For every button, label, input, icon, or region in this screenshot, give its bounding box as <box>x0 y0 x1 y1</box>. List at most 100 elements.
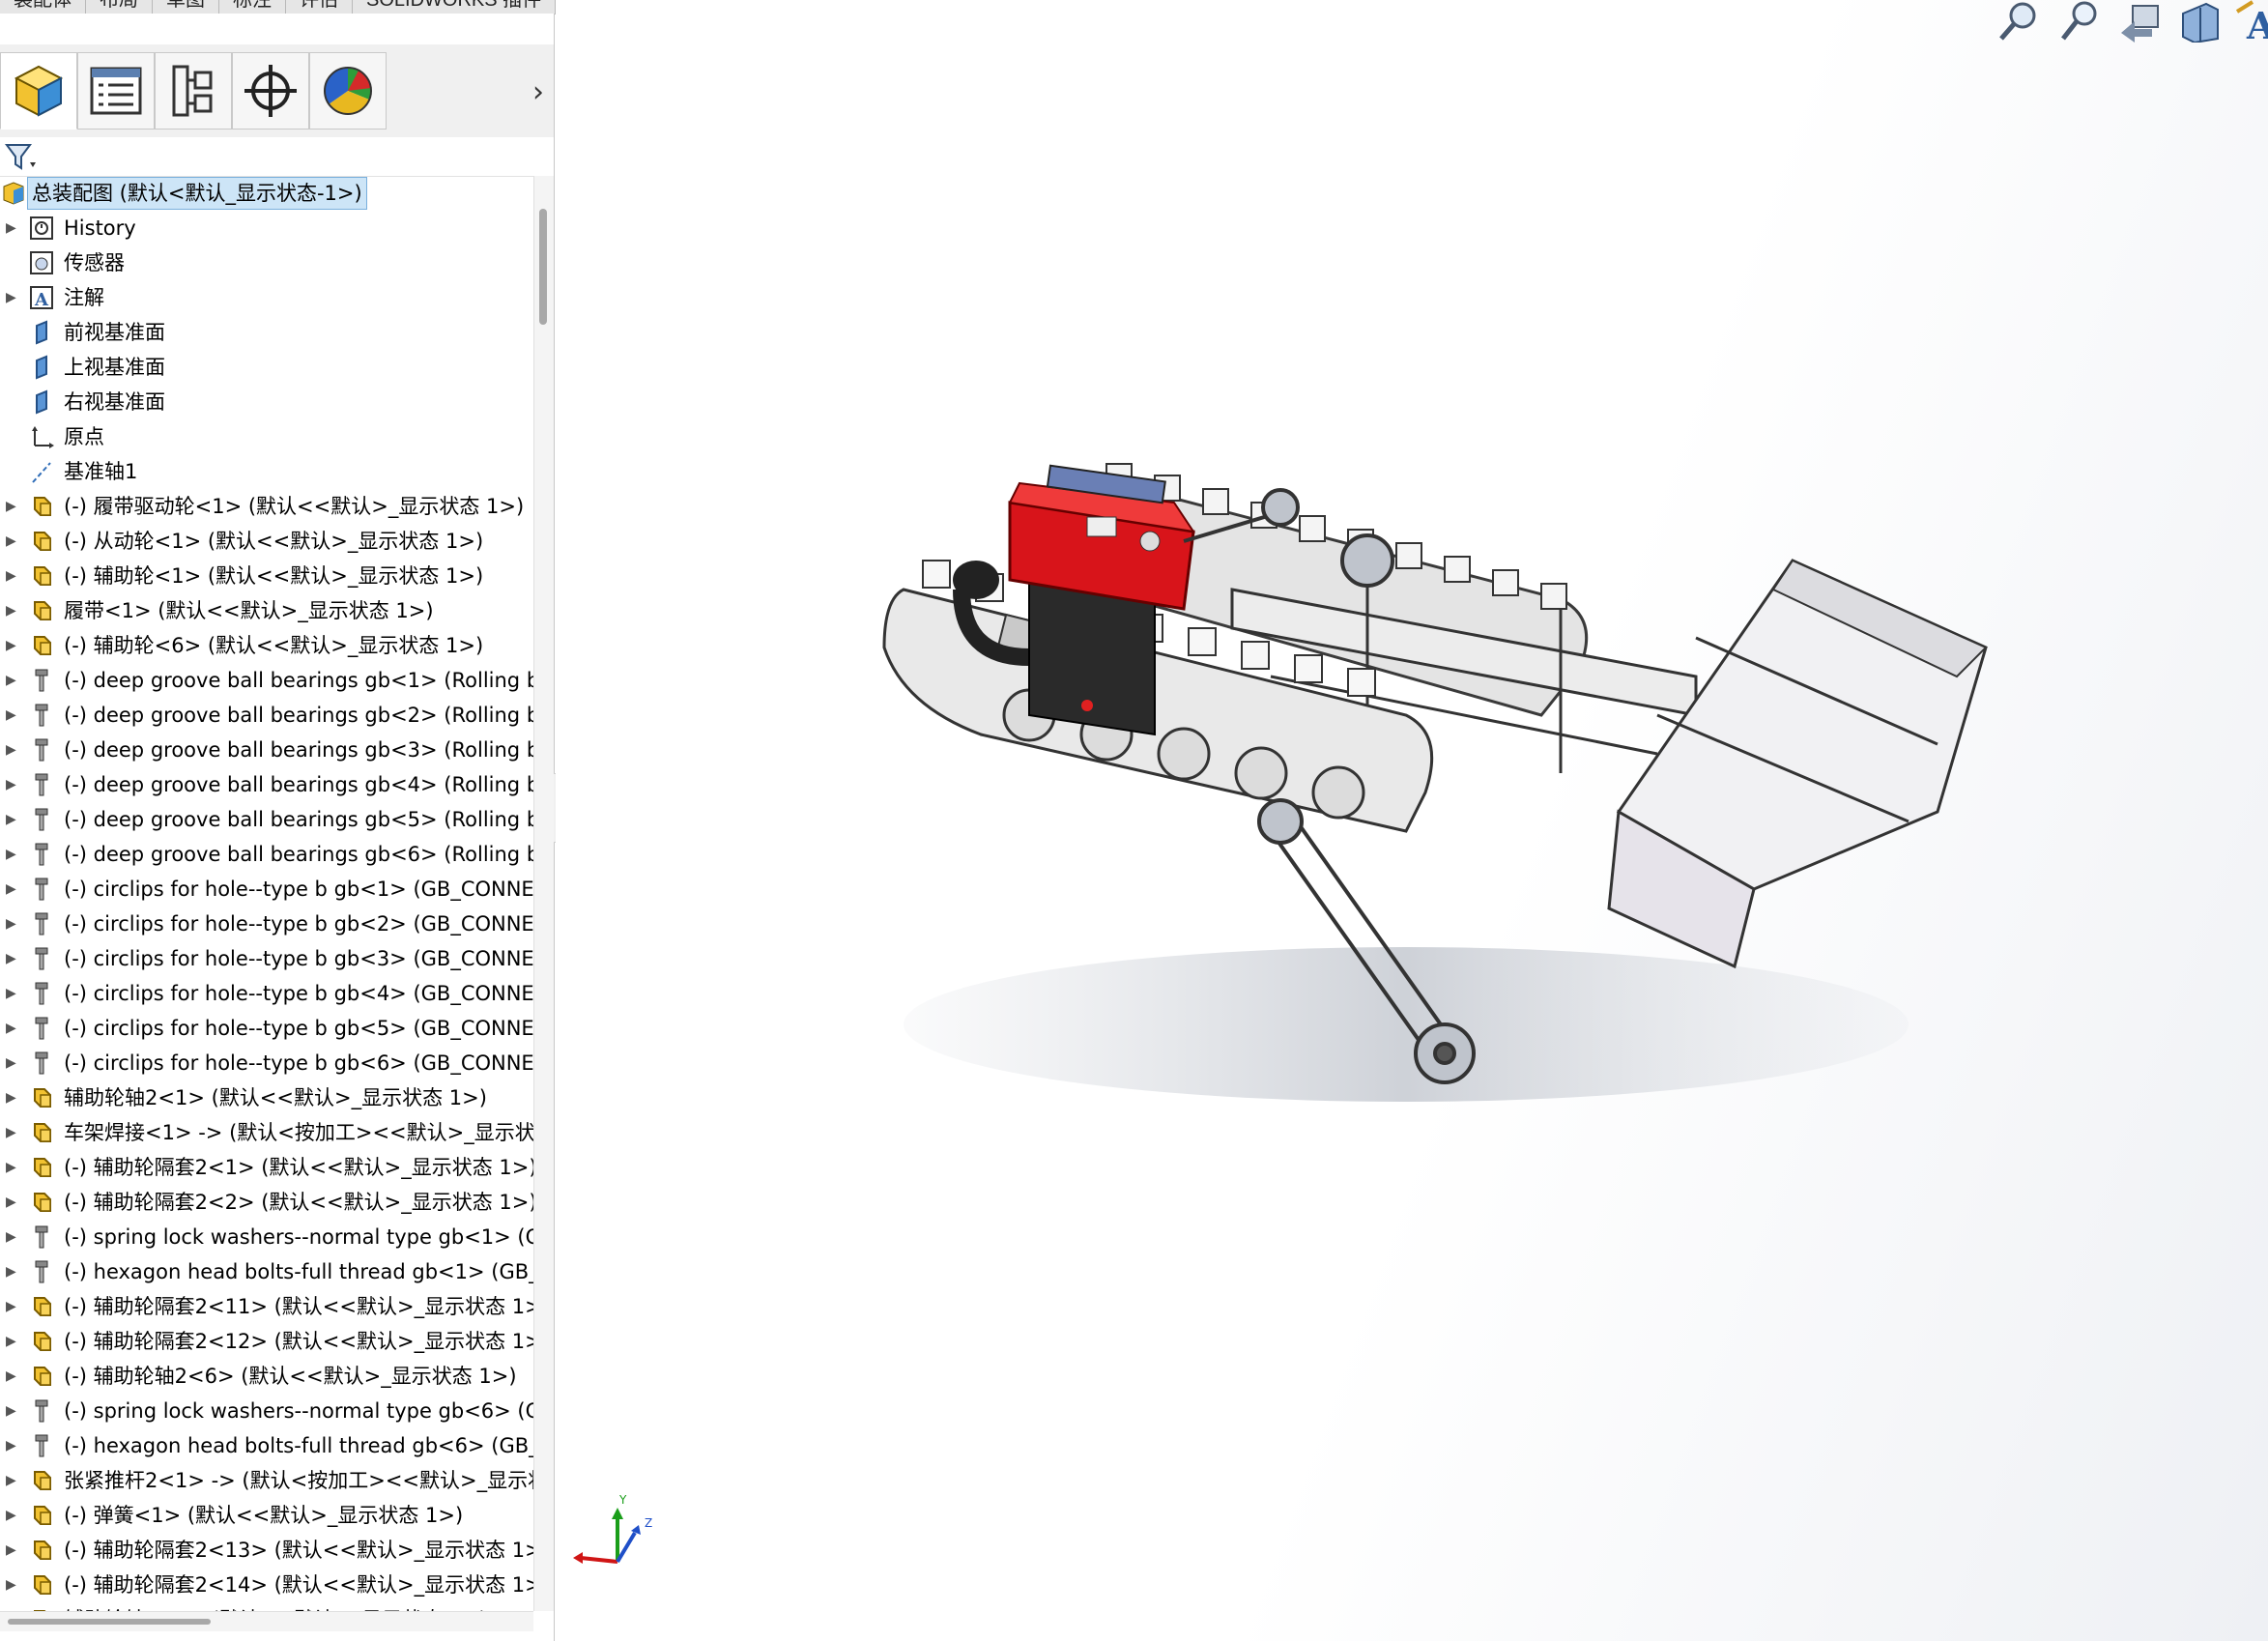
expand-arrow-icon[interactable]: ▶ <box>6 767 19 802</box>
tree-item[interactable]: ▶ (-) deep groove ball bearings gb<2> (Ro… <box>0 698 533 733</box>
expand-arrow-icon[interactable]: ▶ <box>6 698 19 733</box>
tree-item[interactable]: ▶ (-) 辅助轮轴2<6> (默认<<默认>_显示状态 1>) <box>0 1359 533 1394</box>
tree-item[interactable]: ▶ (-) 辅助轮隔套2<13> (默认<<默认>_显示状态 1>) <box>0 1533 533 1568</box>
scrollbar-thumb[interactable] <box>539 209 547 325</box>
tree-item[interactable]: ▶ (-) 辅助轮隔套2<1> (默认<<默认>_显示状态 1>) <box>0 1150 533 1185</box>
command-tab[interactable]: 评估 <box>286 0 353 14</box>
tree-item[interactable]: ▶ History <box>0 211 533 245</box>
expand-arrow-icon[interactable]: ▶ <box>6 1011 19 1046</box>
tree-item[interactable]: ▶ (-) 弹簧<1> (默认<<默认>_显示状态 1>) <box>0 1498 533 1533</box>
tree-item[interactable]: ▶ (-) spring lock washers--normal type gb… <box>0 1394 533 1428</box>
tree-item[interactable]: ▶ (-) deep groove ball bearings gb<6> (Ro… <box>0 837 533 872</box>
tree-item[interactable]: ▶ 车架焊接<1> -> (默认<按加工><<默认>_显示状态 <box>0 1115 533 1150</box>
expand-arrow-icon[interactable]: ▶ <box>6 733 19 767</box>
previous-view-icon[interactable] <box>2113 0 2168 43</box>
command-tab[interactable]: 布局 <box>86 0 153 14</box>
expand-arrow-icon[interactable]: ▶ <box>6 1498 19 1533</box>
tree-vertical-scrollbar[interactable] <box>533 176 554 1611</box>
tab-display-manager[interactable] <box>309 52 387 130</box>
expand-arrow-icon[interactable]: ▶ <box>6 1046 19 1080</box>
expand-arrow-icon[interactable]: ▶ <box>6 559 19 593</box>
tree-item[interactable]: ▶ (-) circlips for hole--type b gb<2> (GB… <box>0 907 533 941</box>
expand-arrow-icon[interactable]: ▶ <box>6 1602 19 1611</box>
expand-arrow-icon[interactable]: ▶ <box>6 941 19 976</box>
tree-item[interactable]: ▶ (-) deep groove ball bearings gb<4> (Ro… <box>0 767 533 802</box>
tree-item[interactable]: ▶ (-) circlips for hole--type b gb<6> (GB… <box>0 1046 533 1080</box>
tree-item[interactable]: 原点 <box>0 419 533 454</box>
tree-item[interactable]: ▶ (-) 辅助轮<1> (默认<<默认>_显示状态 1>) <box>0 559 533 593</box>
expand-arrow-icon[interactable]: ▶ <box>6 1115 19 1150</box>
expand-arrow-icon[interactable]: ▶ <box>6 1254 19 1289</box>
expand-arrow-icon[interactable]: ▶ <box>6 1220 19 1254</box>
tree-item[interactable]: ▶ (-) 从动轮<1> (默认<<默认>_显示状态 1>) <box>0 524 533 559</box>
tree-item[interactable]: ▶ (-) 辅助轮隔套2<2> (默认<<默认>_显示状态 1>) <box>0 1185 533 1220</box>
tab-property-manager[interactable] <box>77 52 155 130</box>
expand-arrow-icon[interactable]: ▶ <box>6 1150 19 1185</box>
tree-item[interactable]: 右视基准面 <box>0 385 533 419</box>
expand-arrow-icon[interactable]: ▶ <box>6 524 19 559</box>
filter-icon[interactable] <box>4 141 37 172</box>
expand-arrow-icon[interactable]: ▶ <box>6 280 19 315</box>
tree-item[interactable]: ▶ (-) hexagon head bolts-full thread gb<1… <box>0 1254 533 1289</box>
tree-item[interactable]: 前视基准面 <box>0 315 533 350</box>
tree-item[interactable]: ▶ (-) 辅助轮隔套2<11> (默认<<默认>_显示状态 1>) <box>0 1289 533 1324</box>
panel-tabs-more-button[interactable]: › <box>527 73 550 112</box>
expand-arrow-icon[interactable]: ▶ <box>6 872 19 907</box>
dynamic-annotation-icon[interactable]: A <box>2233 0 2268 43</box>
zoom-to-area-icon[interactable] <box>2053 0 2108 43</box>
expand-arrow-icon[interactable]: ▶ <box>6 593 19 628</box>
expand-arrow-icon[interactable]: ▶ <box>6 1463 19 1498</box>
tree-item[interactable]: ▶ (-) spring lock washers--normal type gb… <box>0 1220 533 1254</box>
tree-item[interactable]: ▶ (-) 辅助轮隔套2<14> (默认<<默认>_显示状态 1>) <box>0 1568 533 1602</box>
tree-item[interactable]: ▶ A 注解 <box>0 280 533 315</box>
expand-arrow-icon[interactable]: ▶ <box>6 628 19 663</box>
tab-configuration-manager[interactable] <box>155 52 232 130</box>
tree-item[interactable]: ▶ (-) 辅助轮<6> (默认<<默认>_显示状态 1>) <box>0 628 533 663</box>
expand-arrow-icon[interactable]: ▶ <box>6 211 19 245</box>
expand-arrow-icon[interactable]: ▶ <box>6 1394 19 1428</box>
expand-arrow-icon[interactable]: ▶ <box>6 1289 19 1324</box>
command-tab[interactable]: 装配体 <box>0 0 86 14</box>
tree-item[interactable]: ▶ (-) circlips for hole--type b gb<3> (GB… <box>0 941 533 976</box>
expand-arrow-icon[interactable]: ▶ <box>6 1185 19 1220</box>
expand-arrow-icon[interactable]: ▶ <box>6 976 19 1011</box>
section-view-icon[interactable] <box>2173 0 2227 43</box>
tree-item[interactable]: ▶ 履带<1> (默认<<默认>_显示状态 1>) <box>0 593 533 628</box>
tree-item[interactable]: 传感器 <box>0 245 533 280</box>
tree-item[interactable]: 基准轴1 <box>0 454 533 489</box>
tree-item[interactable]: 上视基准面 <box>0 350 533 385</box>
assembly-model[interactable] <box>865 425 2121 1160</box>
expand-arrow-icon[interactable]: ▶ <box>6 1533 19 1568</box>
tree-item[interactable]: ▶ (-) deep groove ball bearings gb<3> (Ro… <box>0 733 533 767</box>
scrollbar-thumb[interactable] <box>8 1619 211 1625</box>
expand-arrow-icon[interactable]: ▶ <box>6 1324 19 1359</box>
expand-arrow-icon[interactable]: ▶ <box>6 837 19 872</box>
expand-arrow-icon[interactable]: ▶ <box>6 802 19 837</box>
hopper-box[interactable] <box>1607 559 1988 969</box>
tree-item[interactable]: ▶ (-) 履带驱动轮<1> (默认<<默认>_显示状态 1>) <box>0 489 533 524</box>
tree-item[interactable]: ▶ (-) circlips for hole--type b gb<4> (GB… <box>0 976 533 1011</box>
graphics-viewport[interactable]: A ▼ ▼ ▼ ▼ <box>556 0 2268 1641</box>
expand-arrow-icon[interactable]: ▶ <box>6 489 19 524</box>
expand-arrow-icon[interactable]: ▶ <box>6 1568 19 1602</box>
tree-item[interactable]: ▶ (-) circlips for hole--type b gb<5> (GB… <box>0 1011 533 1046</box>
expand-arrow-icon[interactable]: ▶ <box>6 663 19 698</box>
expand-arrow-icon[interactable]: ▶ <box>6 907 19 941</box>
tree-item[interactable]: ▶ (-) deep groove ball bearings gb<5> (Ro… <box>0 802 533 837</box>
tab-feature-manager[interactable] <box>0 52 77 130</box>
command-tab[interactable]: 草图 <box>153 0 219 14</box>
tree-item[interactable]: ▶ (-) deep groove ball bearings gb<1> (Ro… <box>0 663 533 698</box>
tree-item[interactable]: ▶ 辅助轮轴2<1> (默认<<默认>_显示状态 1>) <box>0 1080 533 1115</box>
expand-arrow-icon[interactable]: ▶ <box>6 1080 19 1115</box>
tree-item[interactable]: ▶ (-) 辅助轮隔套2<12> (默认<<默认>_显示状态 1>) <box>0 1324 533 1359</box>
command-tab[interactable]: SOLIDWORKS 插件 <box>353 0 557 14</box>
tree-root[interactable]: 总装配图 (默认<默认_显示状态-1>) <box>0 176 533 211</box>
zoom-to-fit-icon[interactable] <box>1994 0 2048 43</box>
tree-item[interactable]: ▶ 辅助轮轴3<1> (默认<<默认>_显示状态 1>) <box>0 1602 533 1611</box>
expand-arrow-icon[interactable]: ▶ <box>6 1359 19 1394</box>
tab-dimxpert-manager[interactable] <box>232 52 309 130</box>
tree-item[interactable]: ▶ (-) hexagon head bolts-full thread gb<6… <box>0 1428 533 1463</box>
tree-item[interactable]: ▶ (-) circlips for hole--type b gb<1> (GB… <box>0 872 533 907</box>
expand-arrow-icon[interactable]: ▶ <box>6 1428 19 1463</box>
tree-horizontal-scrollbar[interactable] <box>0 1611 533 1631</box>
